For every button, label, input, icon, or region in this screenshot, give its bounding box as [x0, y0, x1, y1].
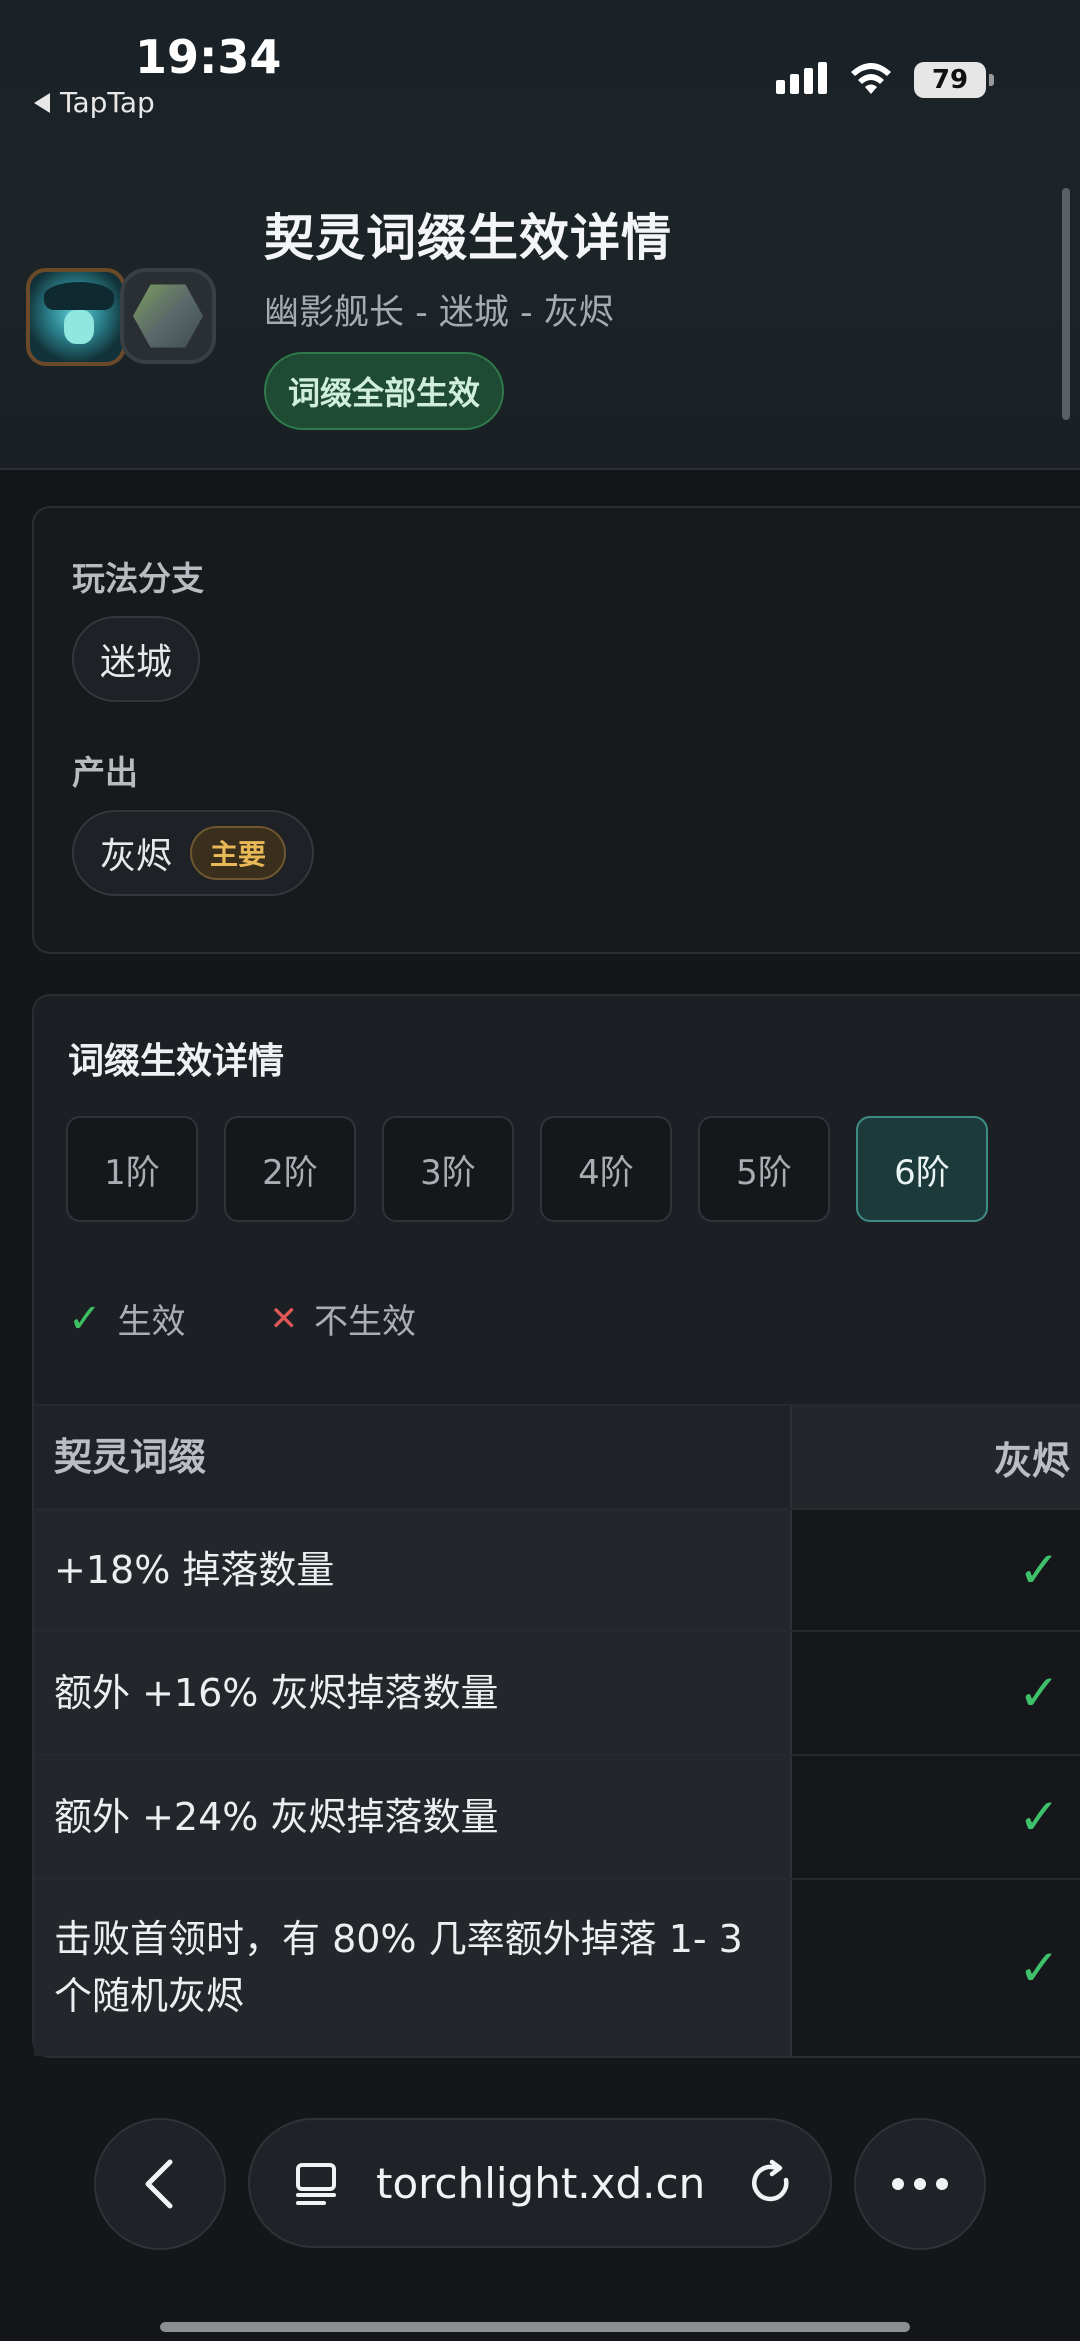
check-icon: ✓	[1018, 1939, 1060, 1997]
tab-tier-1[interactable]: 1阶	[66, 1116, 198, 1222]
table-row: +18% 掉落数量 ✓	[34, 1508, 1080, 1630]
output-label: 产出	[72, 753, 138, 792]
legend-active-label: 生效	[117, 1302, 186, 1342]
status-cell: ✓	[790, 1880, 1080, 2056]
status-time: 19:34	[135, 30, 282, 84]
cellular-signal-icon	[776, 62, 827, 94]
more-dots-icon	[892, 2178, 948, 2190]
tier-tabs: 1阶 2阶 3阶 4阶 5阶 6阶	[66, 1116, 988, 1222]
cross-icon: ✕	[269, 1298, 299, 1339]
header-area: 19:34 TapTap 79 契灵词缀生效详情 幽影舰长 - 迷城 - 灰烬 …	[0, 0, 1080, 470]
scrollbar[interactable]	[1062, 188, 1070, 420]
back-app-label: TapTap	[60, 86, 155, 119]
legend-inactive-label: 不生效	[314, 1302, 417, 1342]
details-title: 词缀生效详情	[68, 1041, 285, 1082]
url-text: torchlight.xd.cn	[376, 2158, 706, 2208]
check-icon: ✓	[68, 1295, 102, 1342]
wifi-icon	[851, 63, 891, 94]
status-cell: ✓	[790, 1510, 1080, 1630]
tab-tier-4[interactable]: 4阶	[540, 1116, 672, 1222]
page-title: 契灵词缀生效详情	[264, 209, 672, 267]
affix-cell: +18% 掉落数量	[34, 1510, 790, 1630]
branch-chip[interactable]: 迷城	[72, 616, 201, 702]
back-button[interactable]	[94, 2118, 226, 2250]
status-cell: ✓	[790, 1632, 1080, 1754]
captain-avatar	[26, 268, 126, 366]
more-button[interactable]	[854, 2118, 986, 2250]
check-icon: ✓	[1018, 1541, 1060, 1599]
column-header-output: 灰烬	[790, 1406, 1080, 1508]
legend: ✓ 生效 ✕ 不生效	[68, 1294, 416, 1343]
tab-tier-5[interactable]: 5阶	[698, 1116, 830, 1222]
tab-tier-2[interactable]: 2阶	[224, 1116, 356, 1222]
affix-cell: 额外 +24% 灰烬掉落数量	[34, 1756, 790, 1878]
tab-tier-6[interactable]: 6阶	[856, 1116, 988, 1222]
back-triangle-icon	[34, 92, 50, 113]
branch-label: 玩法分支	[72, 559, 204, 598]
affix-table: 契灵词缀 灰烬 +18% 掉落数量 ✓ 额外 +16% 灰烬掉落数量 ✓ 额外 …	[34, 1404, 1080, 2056]
check-icon: ✓	[1018, 1664, 1060, 1722]
main-tag-badge: 主要	[190, 826, 287, 880]
details-card: 词缀生效详情 1阶 2阶 3阶 4阶 5阶 6阶 ✓ 生效 ✕ 不生效 契灵词缀…	[32, 994, 1080, 2058]
page-subtitle: 幽影舰长 - 迷城 - 灰烬	[264, 293, 614, 333]
status-badge: 词缀全部生效	[264, 352, 505, 430]
output-chip-label: 灰烬	[100, 836, 173, 877]
info-card: 玩法分支 迷城 产出 灰烬 主要	[32, 506, 1080, 954]
page-menu-icon	[296, 2163, 336, 2205]
affix-cell: 击败首领时，有 80% 几率额外掉落 1- 3个随机灰烬	[34, 1880, 790, 2056]
tab-tier-3[interactable]: 3阶	[382, 1116, 514, 1222]
table-row: 额外 +24% 灰烬掉落数量 ✓	[34, 1754, 1080, 1878]
affix-cell: 额外 +16% 灰烬掉落数量	[34, 1632, 790, 1754]
home-indicator[interactable]	[160, 2322, 910, 2332]
column-header-affix: 契灵词缀	[34, 1406, 790, 1508]
back-to-app-link[interactable]: TapTap	[34, 86, 155, 119]
output-chip[interactable]: 灰烬 主要	[72, 810, 315, 896]
avatar-group	[26, 262, 216, 366]
status-cell: ✓	[790, 1756, 1080, 1878]
branch-chip-label: 迷城	[100, 642, 173, 683]
table-row: 击败首领时，有 80% 几率额外掉落 1- 3个随机灰烬 ✓	[34, 1878, 1080, 2056]
table-header: 契灵词缀 灰烬	[34, 1404, 1080, 1508]
chevron-left-icon	[145, 2159, 173, 2209]
battery-indicator: 79	[914, 62, 994, 98]
map-avatar	[120, 268, 216, 364]
table-row: 额外 +16% 灰烬掉落数量 ✓	[34, 1630, 1080, 1754]
url-bar[interactable]: torchlight.xd.cn	[248, 2118, 832, 2248]
reload-icon[interactable]	[746, 2158, 796, 2208]
check-icon: ✓	[1018, 1788, 1060, 1846]
